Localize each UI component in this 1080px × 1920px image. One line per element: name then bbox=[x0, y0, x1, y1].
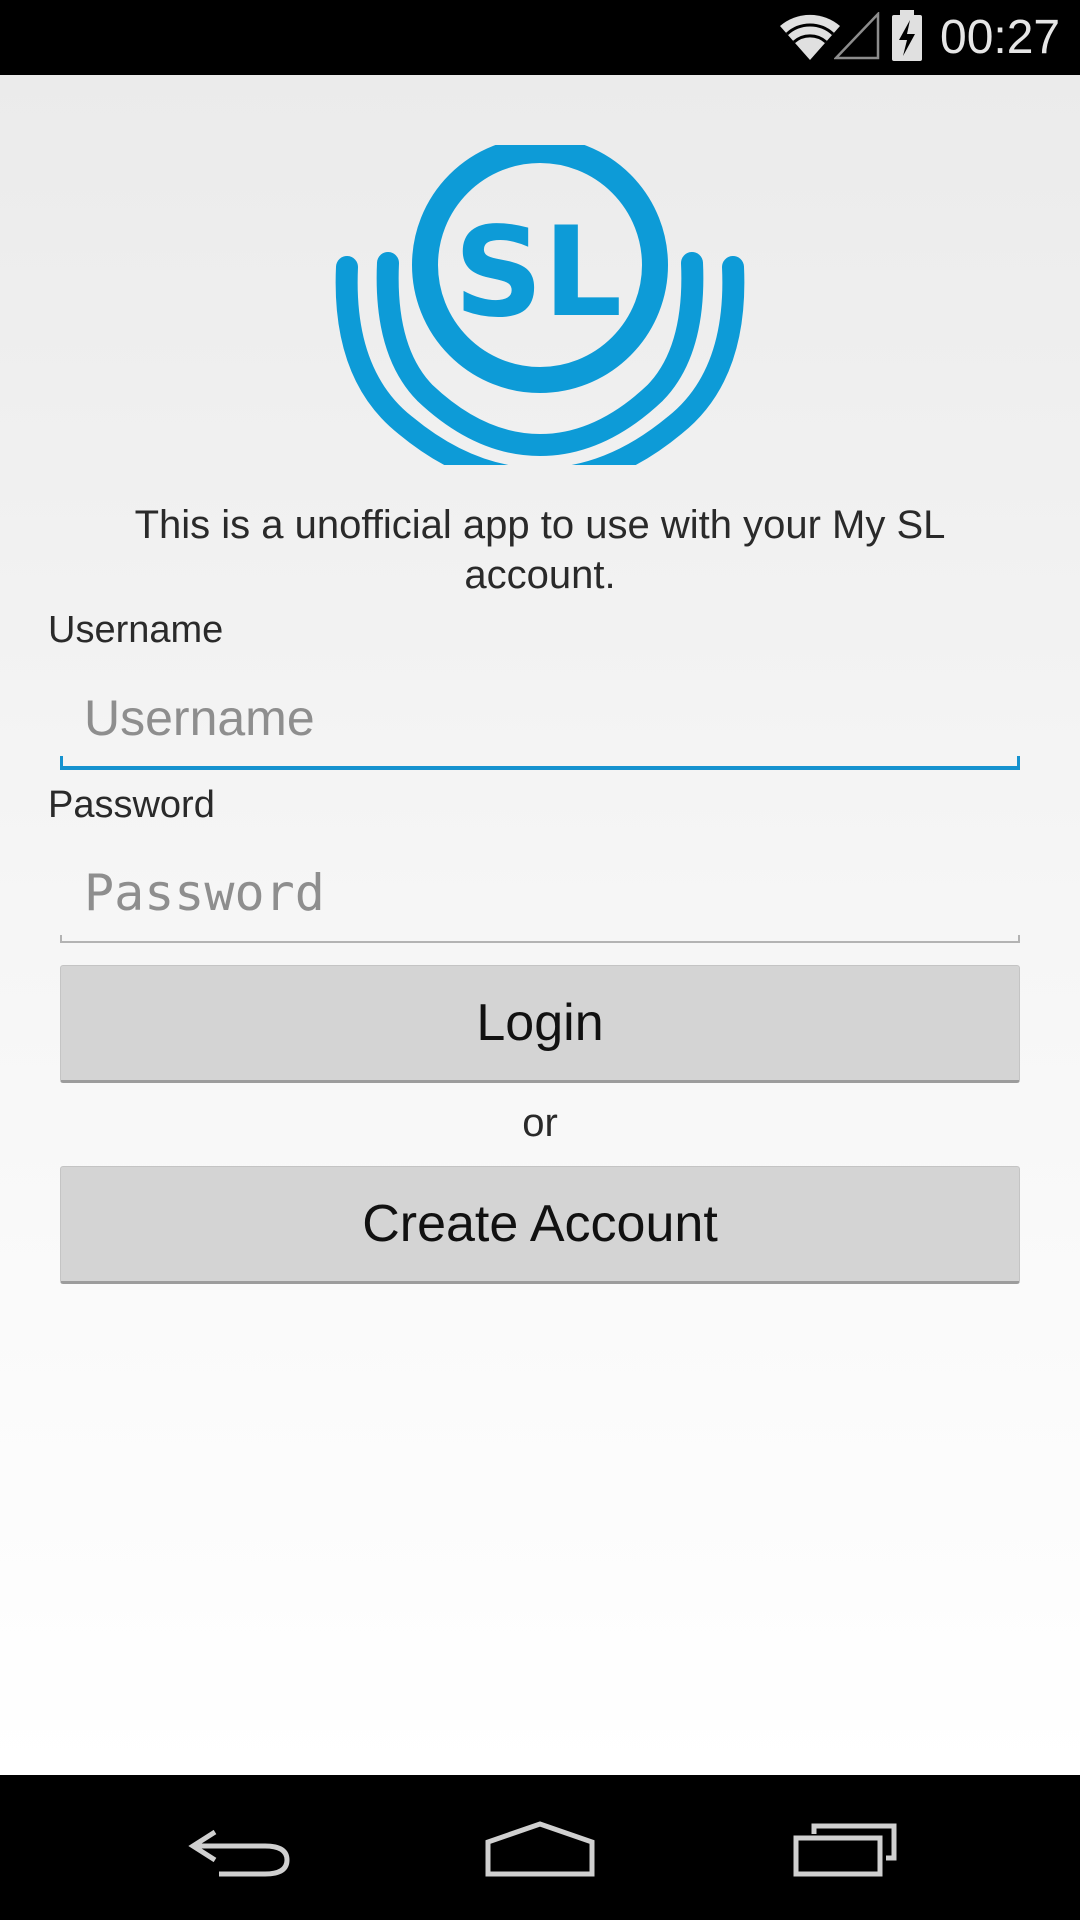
back-icon bbox=[188, 1829, 290, 1876]
login-button[interactable]: Login bbox=[60, 965, 1020, 1083]
battery-charging-icon bbox=[892, 10, 922, 61]
sl-logo: SL bbox=[335, 145, 745, 465]
username-input[interactable] bbox=[60, 680, 1020, 756]
username-label: Username bbox=[48, 609, 224, 651]
wifi-icon bbox=[780, 14, 840, 60]
cell-signal-icon bbox=[834, 12, 880, 60]
logo-text: SL bbox=[454, 201, 622, 345]
or-separator-text: or bbox=[522, 1101, 558, 1145]
recents-icon bbox=[793, 1823, 897, 1876]
intro-text: This is a unofficial app to use with you… bbox=[134, 503, 946, 597]
status-clock: 00:27 bbox=[940, 11, 1061, 64]
navigation-bar bbox=[0, 1775, 1080, 1920]
phone-screen: 00:27 SL This is a unofficial app to use… bbox=[0, 0, 1080, 1920]
recents-button[interactable] bbox=[765, 1800, 925, 1895]
password-label: Password bbox=[48, 784, 215, 826]
status-bar: 00:27 bbox=[0, 0, 1080, 75]
username-focus-underline bbox=[60, 756, 1020, 770]
back-button[interactable] bbox=[160, 1800, 320, 1895]
home-icon bbox=[485, 1820, 595, 1876]
create-account-button[interactable]: Create Account bbox=[60, 1166, 1020, 1284]
password-input[interactable] bbox=[60, 855, 1020, 931]
home-button[interactable] bbox=[460, 1800, 620, 1895]
password-underline bbox=[60, 935, 1020, 943]
login-screen: SL This is a unofficial app to use with … bbox=[0, 75, 1080, 1775]
